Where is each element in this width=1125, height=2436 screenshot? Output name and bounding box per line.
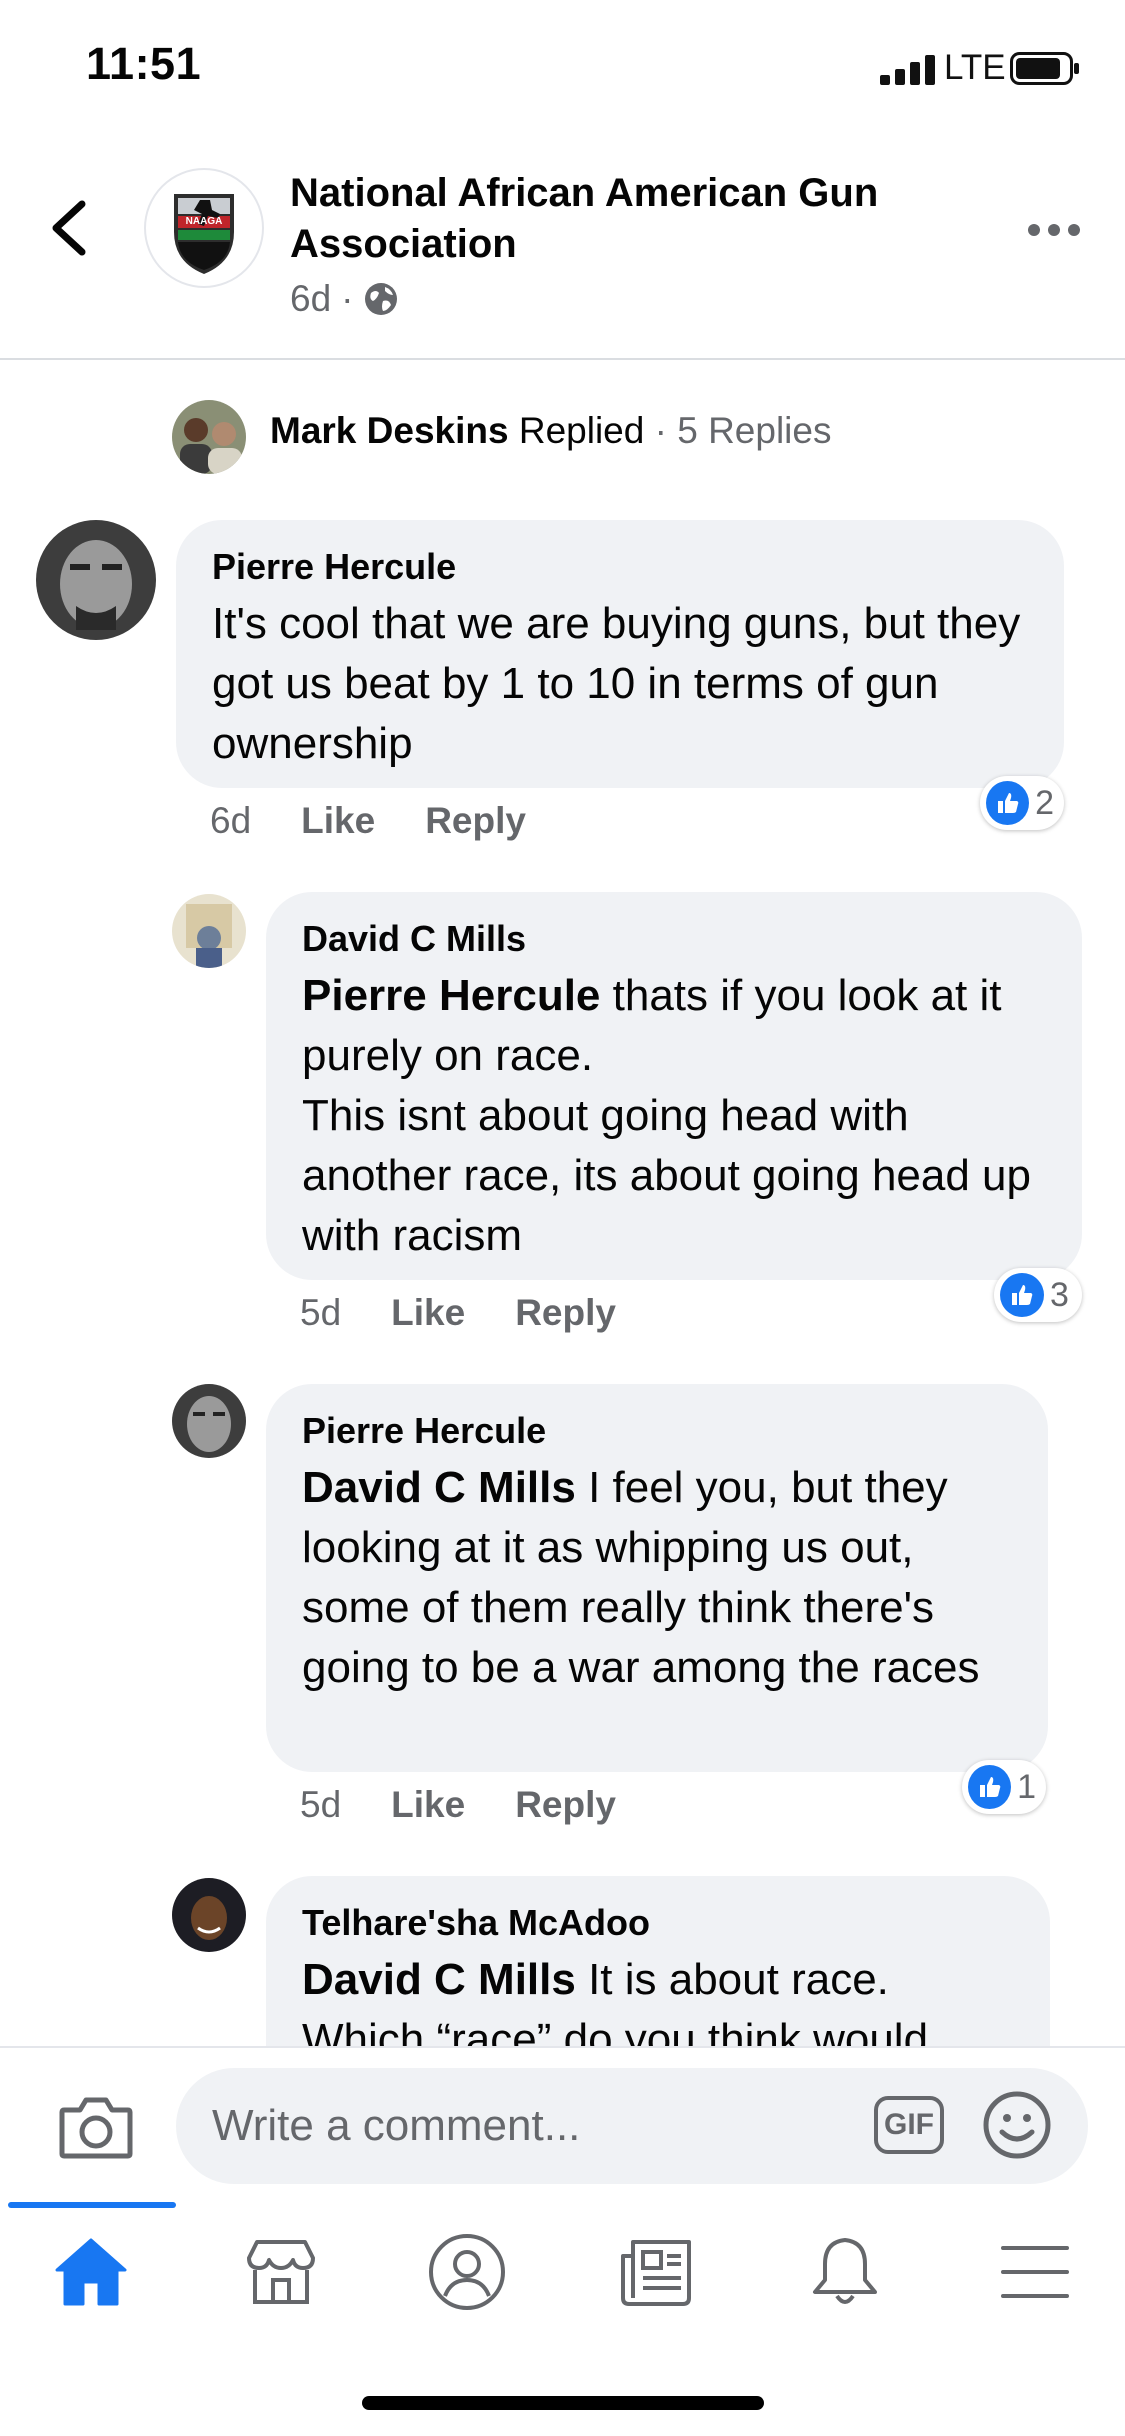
comment-mention[interactable]: David C Mills <box>302 1955 576 2004</box>
reaction-number: 1 <box>1017 1767 1036 1806</box>
replied-summary[interactable]: Mark Deskins Replied · 5 Replies <box>270 410 831 452</box>
tab-news[interactable] <box>612 2230 702 2314</box>
comment-author[interactable]: Pierre Hercule <box>212 546 1028 588</box>
back-chevron-icon[interactable] <box>44 196 100 260</box>
reply-button[interactable]: Reply <box>515 1292 616 1334</box>
replied-label: Replied <box>508 410 645 451</box>
thumbs-up-icon <box>968 1765 1012 1809</box>
post-meta: 6d · <box>290 278 399 320</box>
comment-time: 5d <box>300 1292 342 1333</box>
reaction-count[interactable]: 1 <box>962 1760 1046 1814</box>
commenter-avatar[interactable] <box>36 520 156 640</box>
comment-input[interactable] <box>176 2068 1088 2184</box>
bell-icon <box>813 2238 877 2304</box>
comment-bubble[interactable]: Pierre Hercule It's cool that we are buy… <box>176 520 1064 788</box>
thumbs-up-icon <box>1000 1273 1044 1317</box>
comment-author[interactable]: David C Mills <box>302 918 1046 960</box>
tab-marketplace[interactable] <box>236 2230 326 2314</box>
home-icon <box>55 2238 127 2306</box>
comment-text: It's cool that we are buying guns, but t… <box>212 594 1028 774</box>
post-age: 6d <box>290 278 332 319</box>
replies-count: · 5 Replies <box>644 410 832 451</box>
page-avatar[interactable]: NAAGA <box>144 168 264 288</box>
replier-name: Mark Deskins <box>270 410 509 451</box>
status-time: 11:51 <box>86 38 202 89</box>
comment-bubble[interactable]: David C Mills Pierre Hercule thats if yo… <box>266 892 1082 1280</box>
marketplace-icon <box>247 2240 315 2304</box>
svg-text:NAAGA: NAAGA <box>186 216 223 227</box>
like-button[interactable]: Like <box>301 800 375 842</box>
commenter-avatar[interactable] <box>172 1384 246 1458</box>
commenter-avatar[interactable] <box>172 894 246 968</box>
comment-author[interactable]: Pierre Hercule <box>302 1410 1012 1452</box>
smiley-icon[interactable] <box>982 2090 1052 2160</box>
home-indicator[interactable] <box>362 2396 764 2410</box>
page-title[interactable]: National African American Gun Associatio… <box>290 168 990 270</box>
like-button[interactable]: Like <box>391 1784 465 1826</box>
comment-text: Pierre Hercule thats if you look at it p… <box>302 966 1046 1266</box>
reply-button[interactable]: Reply <box>515 1784 616 1826</box>
comment-time: 6d <box>210 800 252 841</box>
gif-button[interactable]: GIF <box>874 2096 944 2154</box>
battery-icon <box>1010 52 1079 85</box>
tab-menu[interactable] <box>990 2230 1080 2314</box>
comment-bubble[interactable]: Pierre Hercule David C Mills I feel you,… <box>266 1384 1048 1772</box>
signal-strength-icon <box>880 55 935 85</box>
network-label: LTE <box>944 48 1006 87</box>
more-options-icon[interactable] <box>1026 210 1082 250</box>
like-button[interactable]: Like <box>391 1292 465 1334</box>
tab-home[interactable] <box>46 2230 136 2314</box>
tab-profile[interactable] <box>422 2230 512 2314</box>
reaction-count[interactable]: 3 <box>994 1268 1082 1322</box>
reaction-number: 3 <box>1050 1275 1069 1314</box>
comment-author[interactable]: Telhare'sha McAdoo <box>302 1902 1014 1944</box>
camera-icon[interactable] <box>58 2094 134 2160</box>
header-divider <box>0 358 1125 360</box>
comment-actions: 6d Like Reply <box>210 800 526 842</box>
comment-text: David C Mills I feel you, but they looki… <box>302 1458 1012 1698</box>
comment-mention[interactable]: David C Mills <box>302 1463 576 1512</box>
menu-icon <box>1001 2246 1069 2298</box>
meta-separator: · <box>341 278 354 319</box>
comment-body: It's cool that we are buying guns, but t… <box>212 599 1021 768</box>
tab-notifications[interactable] <box>800 2230 890 2314</box>
comment-time: 5d <box>300 1784 342 1825</box>
replied-avatar[interactable] <box>172 400 246 474</box>
profile-icon <box>429 2234 505 2310</box>
commenter-avatar[interactable] <box>172 1878 246 1952</box>
reaction-count[interactable]: 2 <box>980 776 1064 830</box>
thumbs-up-icon <box>986 781 1030 825</box>
globe-icon <box>365 283 398 315</box>
news-icon <box>621 2240 691 2306</box>
active-tab-indicator <box>8 2202 176 2208</box>
comment-actions: 5d Like Reply <box>300 1292 616 1334</box>
comment-actions: 5d Like Reply <box>300 1784 616 1826</box>
reaction-number: 2 <box>1035 783 1054 822</box>
naaga-logo: NAAGA <box>174 194 234 274</box>
reply-button[interactable]: Reply <box>425 800 526 842</box>
comment-mention[interactable]: Pierre Hercule <box>302 971 600 1020</box>
